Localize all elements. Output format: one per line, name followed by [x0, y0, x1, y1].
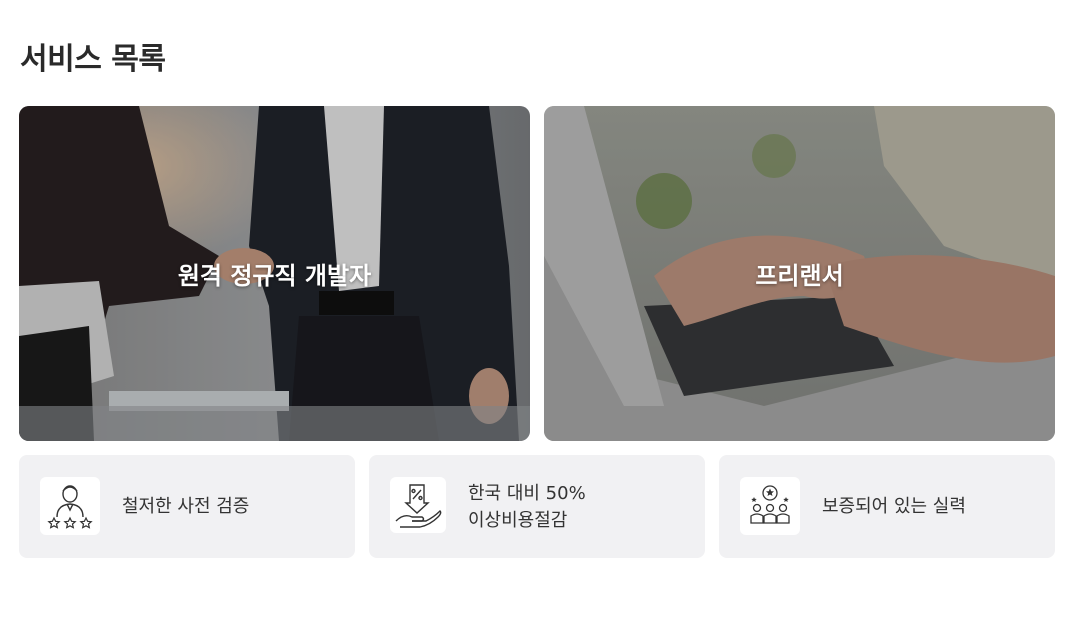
feature-line: 철저한 사전 검증 — [122, 496, 250, 517]
feature-line: 보증되어 있는 실력 — [822, 496, 966, 517]
page-title: 서비스 목록 — [20, 42, 166, 77]
feature-text: 한국 대비 50% 이상비용절감 — [468, 455, 586, 558]
verified-person-stars-icon — [47, 485, 93, 529]
feature-card-cost-saving: 한국 대비 50% 이상비용절감 — [369, 455, 705, 558]
service-card-label: 원격 정규직 개발자 — [177, 262, 372, 290]
feature-card-guaranteed-skill: 보증되어 있는 실력 — [719, 455, 1055, 558]
feature-card-verification: 철저한 사전 검증 — [19, 455, 355, 558]
service-card-remote-developer[interactable]: 원격 정규직 개발자 — [19, 106, 530, 441]
team-award-icon — [750, 485, 790, 524]
feature-text: 보증되어 있는 실력 — [822, 455, 966, 558]
service-card-label: 프리랜서 — [755, 262, 844, 290]
feature-line: 한국 대비 50% — [468, 482, 586, 504]
feature-icon-box — [390, 477, 446, 533]
feature-line: 이상비용절감 — [468, 509, 568, 531]
discount-hand-icon — [395, 484, 442, 528]
service-card-freelancer[interactable]: 프리랜서 — [544, 106, 1055, 441]
feature-icon-box — [40, 477, 100, 535]
feature-text: 철저한 사전 검증 — [122, 455, 249, 558]
feature-icon-box — [740, 477, 800, 535]
